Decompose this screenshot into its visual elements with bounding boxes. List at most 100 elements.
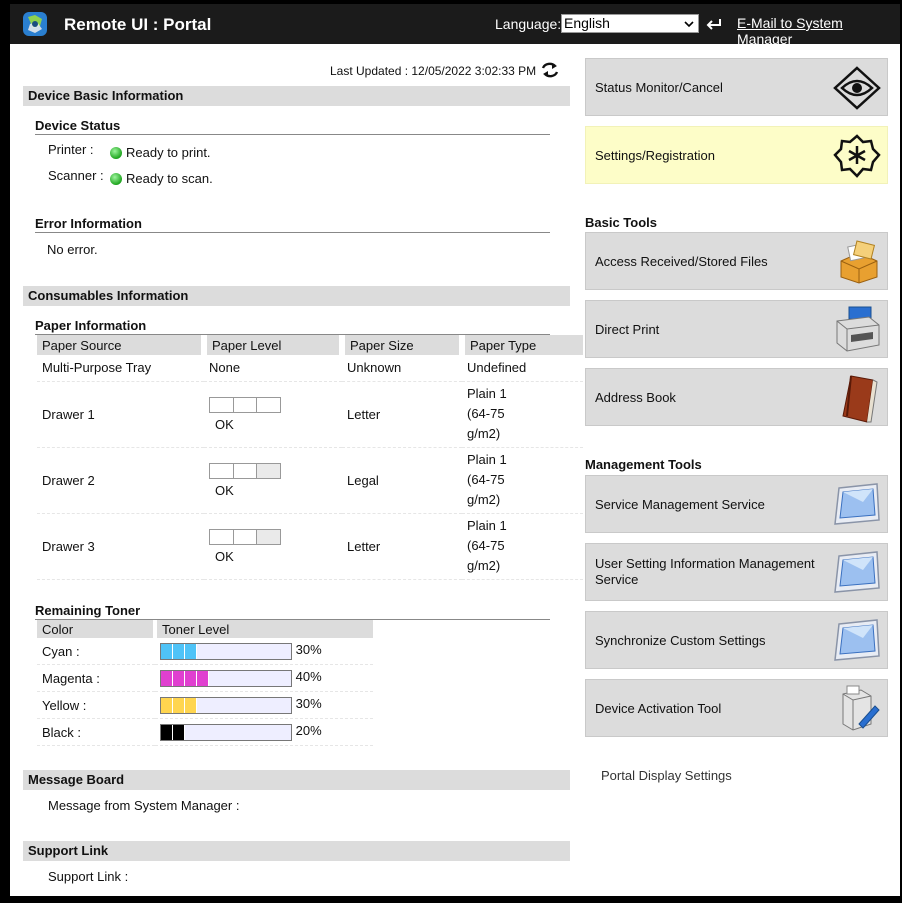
error-text: No error. [47,242,98,257]
table-row: Magenta : 40% [37,664,373,692]
column-header: Paper Type [462,335,583,355]
column-header: Paper Source [37,335,207,355]
device-activation-tool-button[interactable]: Device Activation Tool [585,679,888,737]
toner-color: Yellow : [37,691,155,719]
device-activation-tool-label: Device Activation Tool [595,701,722,716]
address-book-button[interactable]: Address Book [585,368,888,426]
user-setting-info-button[interactable]: User Setting Information Management Serv… [585,543,888,601]
support-link-header: Support Link [23,841,570,861]
paper-size: Letter [342,381,462,448]
synchronize-custom-settings-label: Synchronize Custom Settings [595,633,766,648]
monitor-icon [834,551,880,593]
paper-level-bar [209,462,281,479]
paper-level-text: OK [215,416,234,432]
app-title: Remote UI : Portal [64,15,212,34]
access-files-label: Access Received/Stored Files [595,254,768,269]
printer-label: Printer : [48,142,94,157]
language-label: Language: [495,16,562,32]
consumables-info-header: Consumables Information [23,286,570,306]
toner-level-cell: 20% [155,718,373,746]
paper-source: Drawer 3 [37,513,204,580]
column-header: Paper Level [204,335,345,355]
paper-level-cell: OK [204,381,342,448]
top-bar: Remote UI : Portal Language: English E-M… [10,4,900,47]
portal-display-settings-link[interactable]: Portal Display Settings [601,768,732,783]
table-row: Drawer 3 OK Letter Plain 1 (64-75 g/m2) [37,513,583,580]
address-book-icon [842,375,878,423]
toner-table: Color Toner Level Cyan : 30% Magenta : 4… [37,620,373,746]
device-basic-info-header: Device Basic Information [23,86,570,106]
file-box-icon [840,240,878,284]
eye-icon [833,66,881,110]
toner-level-bar [160,723,292,741]
settings-gear-icon [833,134,881,178]
basic-tools-heading: Basic Tools [585,215,658,230]
access-files-button[interactable]: Access Received/Stored Files [585,232,888,290]
monitor-icon [834,619,880,661]
monitor-icon [834,483,880,525]
address-book-label: Address Book [595,390,676,405]
portal-page: Remote UI : Portal Language: English E-M… [10,4,900,896]
paper-level-text: OK [215,482,234,498]
language-select[interactable]: English [561,14,699,33]
printer-icon [836,306,880,352]
toner-level-text: 40% [295,669,322,685]
toner-color: Cyan : [37,638,155,665]
paper-level-bar [209,528,281,545]
email-system-manager-link[interactable]: E-Mail to System Manager [737,15,900,47]
paper-level: None [204,355,342,382]
table-row: Drawer 1 OK Letter Plain 1 (64-75 g/m2) [37,381,583,448]
scanner-status: Ready to scan. [110,171,213,186]
table-row: Multi-Purpose Tray None Unknown Undefine… [37,355,583,382]
last-updated-text: Last Updated : 12/05/2022 3:02:33 PM [330,64,537,78]
status-monitor-label: Status Monitor/Cancel [595,80,723,95]
toner-color: Magenta : [37,664,155,692]
printer-status: Ready to print. [110,145,211,160]
direct-print-button[interactable]: Direct Print [585,300,888,358]
support-link-label: Support Link : [48,869,129,884]
user-setting-label-line2: Service [595,572,639,587]
paper-size: Legal [342,447,462,514]
service-management-label: Service Management Service [595,497,765,512]
chevron-down-icon [684,21,694,28]
management-tools-heading: Management Tools [585,457,702,472]
paper-table: Paper Source Paper Level Paper Size Pape… [37,335,583,580]
remote-ui-logo-icon [23,12,47,36]
paper-source: Drawer 2 [37,447,204,514]
synchronize-custom-settings-button[interactable]: Synchronize Custom Settings [585,611,888,669]
table-row: Yellow : 30% [37,691,373,719]
scanner-label: Scanner : [48,168,104,183]
direct-print-label: Direct Print [595,322,660,337]
toner-level-bar [160,669,292,687]
settings-registration-label: Settings/Registration [595,148,715,163]
status-ok-icon [110,147,122,159]
table-row: Drawer 2 OK Legal Plain 1 (64-75 g/m2) [37,447,583,514]
toner-level-text: 20% [295,723,322,739]
language-value: English [564,15,610,31]
toner-level-cell: 40% [155,664,373,692]
status-ok-icon [110,173,122,185]
toner-level-text: 30% [295,642,322,658]
paper-type: Plain 1 (64-75 g/m2) [462,513,583,580]
paper-info-heading: Paper Information [35,318,550,335]
device-status-heading: Device Status [35,118,550,135]
paper-type: Plain 1 (64-75 g/m2) [462,447,583,514]
service-management-button[interactable]: Service Management Service [585,475,888,533]
return-icon[interactable] [705,15,723,33]
settings-registration-button[interactable]: Settings/Registration [585,126,888,184]
refresh-icon[interactable] [540,61,560,79]
user-setting-label-line1: User Setting Information Management [595,556,815,571]
table-row: Black : 20% [37,718,373,746]
column-header: Toner Level [155,620,373,638]
remaining-toner-heading: Remaining Toner [35,603,550,620]
toner-color: Black : [37,718,155,746]
table-row: Cyan : 30% [37,638,373,665]
paper-level-bar [209,396,281,413]
status-monitor-button[interactable]: Status Monitor/Cancel [585,58,888,116]
toner-level-cell: 30% [155,638,373,665]
column-header: Color [37,620,157,638]
toner-level-bar [160,642,292,660]
message-label: Message from System Manager : [48,798,240,813]
toner-level-cell: 30% [155,691,373,719]
message-board-header: Message Board [23,770,570,790]
